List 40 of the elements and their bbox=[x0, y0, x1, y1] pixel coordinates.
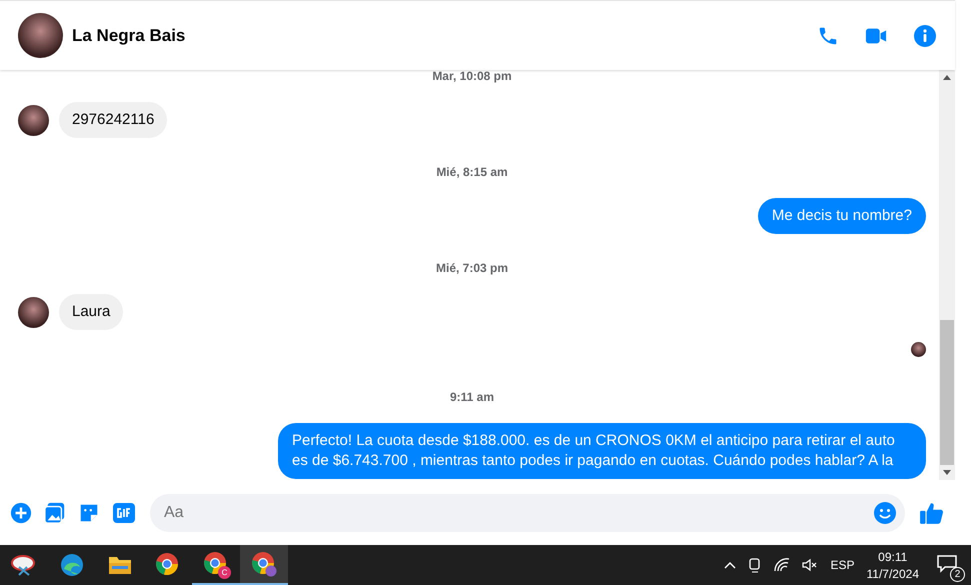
info-icon[interactable] bbox=[913, 24, 937, 48]
gif-icon[interactable] bbox=[112, 502, 136, 524]
seen-avatar bbox=[911, 342, 926, 357]
contact-name[interactable]: La Negra Bais bbox=[72, 26, 186, 46]
wifi-icon[interactable] bbox=[774, 558, 790, 572]
message-timestamp: Mar, 10:08 pm bbox=[431, 70, 513, 83]
clock-date[interactable]: 11/7/2024 bbox=[866, 566, 919, 580]
image-icon[interactable] bbox=[44, 502, 66, 524]
message-timestamp: Mié, 8:15 am bbox=[435, 165, 509, 179]
message-timestamp: Mié, 7:03 pm bbox=[434, 261, 510, 275]
incoming-message: 2976242116 bbox=[59, 102, 168, 138]
outgoing-message: Perfecto! La cuota desde $188.000. es de un CRONOS 0KM el anticipo para retirar el auto es de $6.743.700 , mientras tanto podes ir pagando en cuotas. Cuándo podes hablar? A la bbox=[278, 423, 926, 479]
clock-time[interactable]: 09:11 bbox=[878, 550, 908, 564]
chrome-browser-icon bbox=[251, 551, 277, 577]
plus-circle-icon[interactable] bbox=[10, 502, 32, 524]
contact-avatar[interactable] bbox=[18, 13, 63, 58]
scissors-icon bbox=[11, 553, 37, 577]
emoji-icon[interactable] bbox=[873, 500, 897, 524]
video-camera-icon[interactable] bbox=[865, 26, 887, 44]
notification-icon[interactable] bbox=[937, 554, 957, 572]
input-language[interactable]: ESP bbox=[830, 558, 854, 572]
message-timestamp: 9:11 am bbox=[448, 390, 496, 404]
taskbar-app[interactable] bbox=[240, 545, 288, 585]
chrome-browser-icon bbox=[155, 552, 181, 578]
contact-avatar bbox=[18, 104, 49, 136]
notification-count: 2 bbox=[950, 566, 965, 582]
folder-icon bbox=[108, 554, 132, 576]
message-input[interactable]: Aa bbox=[150, 494, 905, 532]
incoming-message: Laura bbox=[59, 294, 124, 330]
chevron-up-icon[interactable] bbox=[724, 561, 736, 569]
scroll-up-arrow-icon[interactable] bbox=[943, 75, 951, 80]
profile-badge: C bbox=[218, 566, 231, 579]
camera-icon[interactable] bbox=[748, 557, 762, 573]
speaker-muted-icon[interactable] bbox=[802, 558, 818, 572]
outgoing-message: Me decis tu nombre? bbox=[758, 198, 926, 234]
scroll-down-arrow-icon[interactable] bbox=[943, 470, 951, 475]
browser-icon bbox=[60, 553, 84, 577]
scrollbar[interactable] bbox=[939, 70, 955, 480]
scrollbar-thumb[interactable] bbox=[940, 320, 954, 465]
contact-avatar bbox=[18, 296, 49, 328]
